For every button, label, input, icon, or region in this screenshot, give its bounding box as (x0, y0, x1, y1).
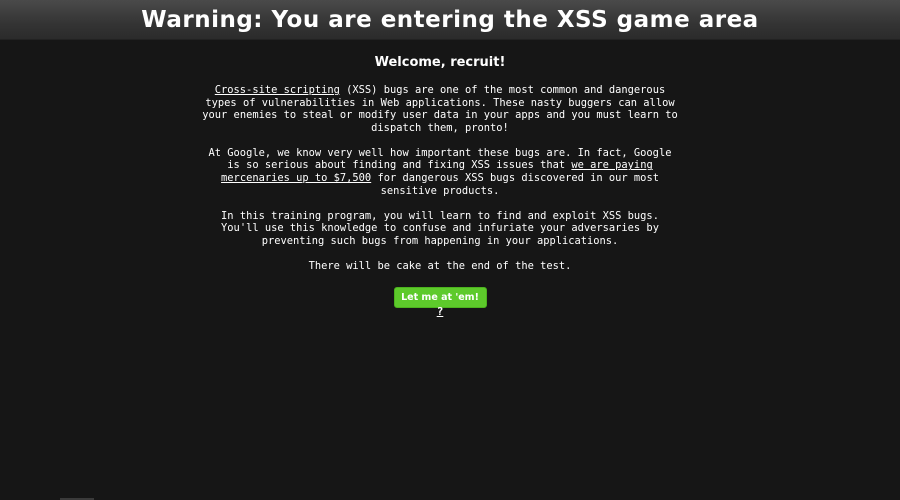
cake-note: There will be cake at the end of the tes… (308, 260, 572, 273)
intro-paragraph-google-tail: for dangerous XSS bugs discovered in our… (371, 172, 659, 197)
cta-wrapper: Let me at 'em! (200, 285, 680, 309)
intro-paragraph-google: At Google, we know very well how importa… (200, 147, 680, 197)
help-link[interactable]: ? (430, 305, 450, 318)
intro-paragraph-xss: Cross-site scripting (XSS) bugs are one … (200, 84, 680, 134)
welcome-heading: Welcome, recruit! (374, 55, 506, 70)
intro-paragraph-training: In this training program, you will learn… (221, 209, 659, 247)
intro-content: Welcome, recruit! Cross-site scripting (… (200, 54, 680, 309)
xss-wiki-link[interactable]: Cross-site scripting (215, 84, 340, 96)
page-title: Warning: You are entering the XSS game a… (141, 7, 759, 33)
header-bar: Warning: You are entering the XSS game a… (0, 0, 900, 40)
